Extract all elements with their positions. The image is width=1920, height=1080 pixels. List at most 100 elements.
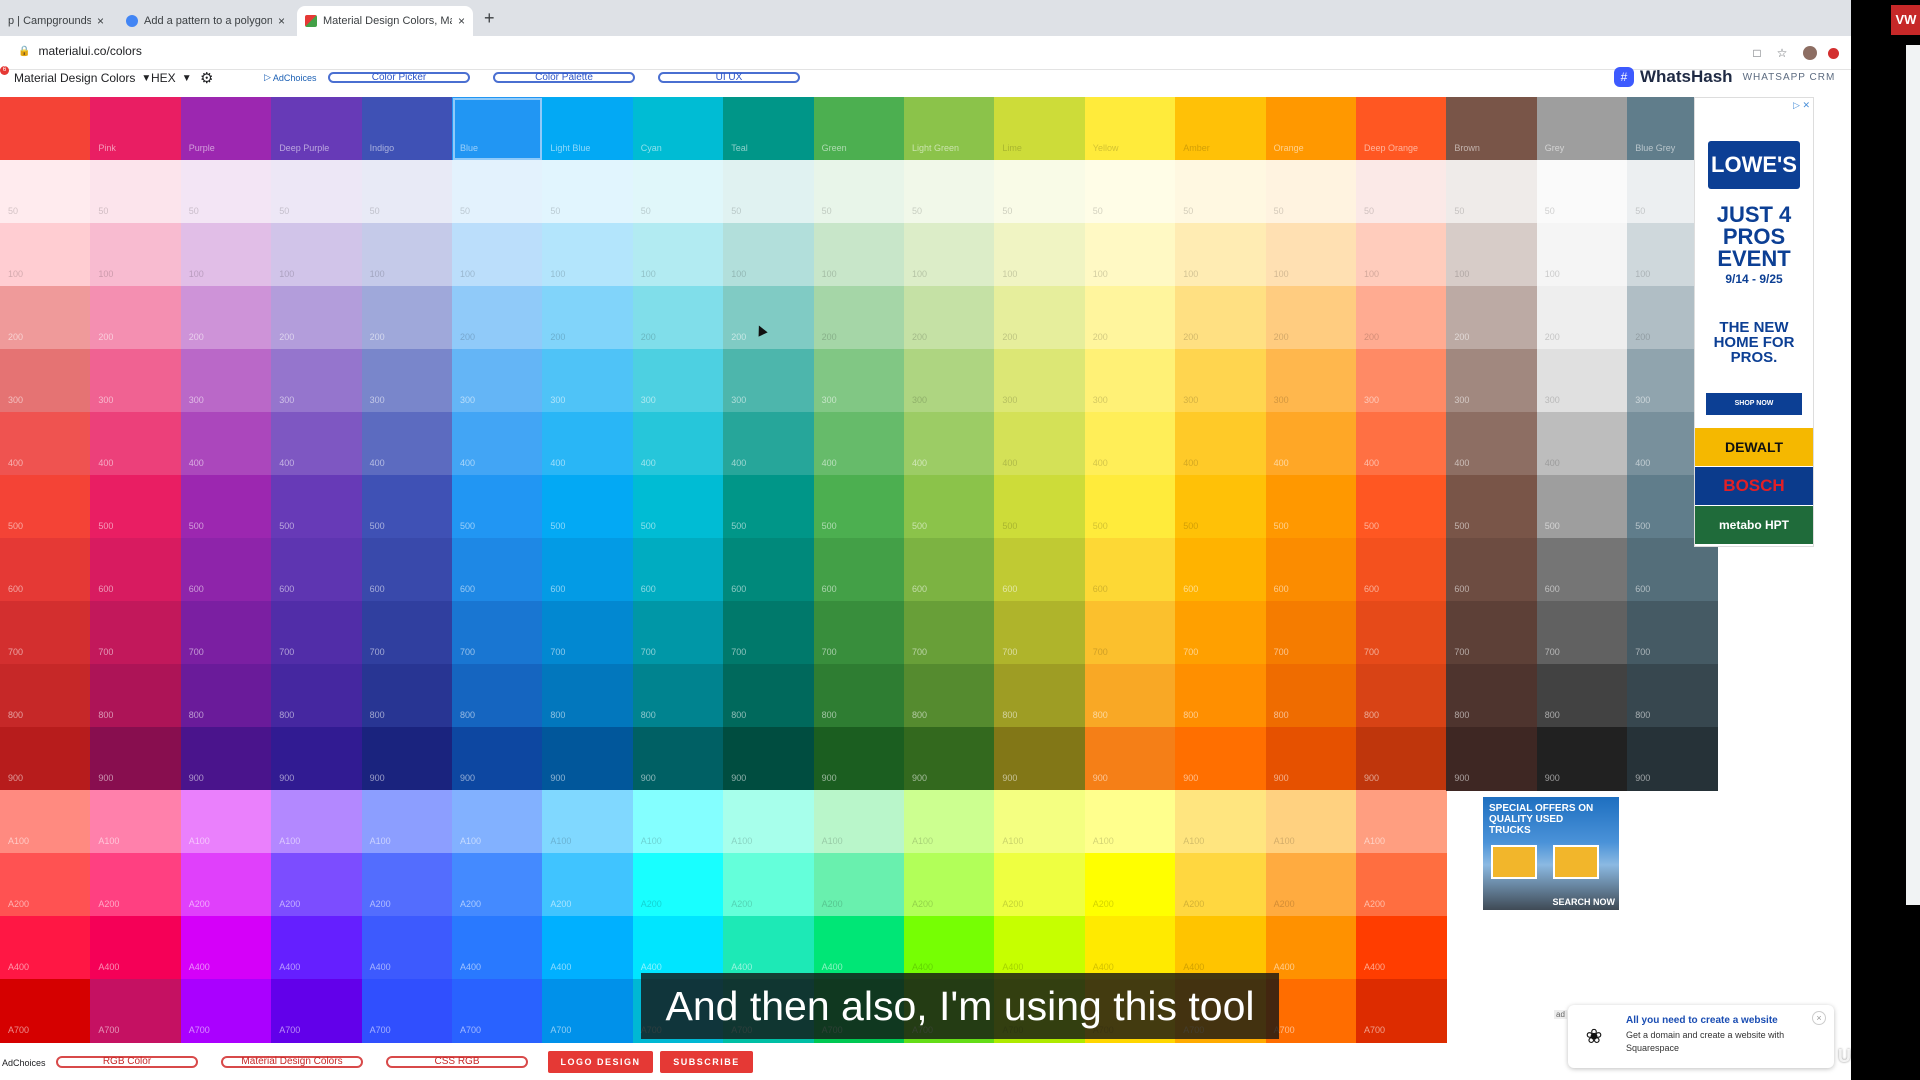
color-swatch[interactable]: A100 [542, 790, 634, 854]
color-swatch[interactable]: 50 [0, 160, 91, 224]
color-swatch[interactable]: 700 [180, 601, 272, 665]
color-swatch[interactable]: 200 [1536, 286, 1628, 350]
color-swatch[interactable]: A100 [813, 790, 905, 854]
color-swatch[interactable]: 300 [1356, 349, 1447, 413]
color-swatch[interactable]: 800 [813, 664, 905, 728]
color-swatch[interactable]: 300 [1536, 349, 1628, 413]
color-swatch[interactable]: Light Green [904, 97, 995, 161]
color-swatch[interactable]: 100 [1265, 223, 1357, 287]
footer-link-material[interactable]: Material Design Colors [221, 1056, 363, 1068]
color-swatch[interactable]: 700 [452, 601, 543, 665]
color-swatch[interactable]: 900 [723, 727, 815, 791]
color-swatch[interactable]: 100 [632, 223, 724, 287]
color-swatch[interactable]: 600 [1536, 538, 1628, 602]
color-swatch[interactable]: 200 [723, 286, 815, 350]
color-swatch[interactable]: 200 [632, 286, 724, 350]
color-swatch[interactable]: 200 [452, 286, 543, 350]
color-swatch[interactable]: 700 [723, 601, 815, 665]
color-swatch[interactable]: 900 [1084, 727, 1176, 791]
trucks-ad[interactable]: SPECIAL OFFERS ON QUALITY USED TRUCKS SE… [1483, 797, 1619, 910]
color-swatch[interactable]: Green [813, 97, 905, 161]
color-swatch[interactable]: 50 [632, 160, 724, 224]
color-swatch[interactable]: 600 [1084, 538, 1176, 602]
color-swatch[interactable]: 600 [452, 538, 543, 602]
color-swatch[interactable]: 800 [1356, 664, 1447, 728]
color-swatch[interactable]: 400 [904, 412, 995, 476]
color-swatch[interactable]: 50 [452, 160, 543, 224]
color-swatch[interactable]: A400 [90, 916, 182, 980]
new-tab-button[interactable]: + [484, 8, 495, 29]
color-swatch[interactable]: 200 [1265, 286, 1357, 350]
color-swatch[interactable]: A700 [271, 979, 363, 1043]
color-swatch[interactable]: A200 [1084, 853, 1176, 917]
color-swatch[interactable]: Deep Orange [1356, 97, 1447, 161]
color-swatch[interactable]: 700 [904, 601, 995, 665]
color-swatch[interactable]: A200 [994, 853, 1086, 917]
color-swatch[interactable]: A100 [180, 790, 272, 854]
color-swatch[interactable]: 400 [1084, 412, 1176, 476]
color-swatch[interactable]: 700 [1536, 601, 1628, 665]
color-swatch[interactable]: 200 [180, 286, 272, 350]
color-swatch[interactable] [0, 97, 91, 161]
color-swatch[interactable]: 100 [90, 223, 182, 287]
color-swatch[interactable]: A200 [904, 853, 995, 917]
color-swatch[interactable]: 900 [1265, 727, 1357, 791]
color-swatch[interactable]: 600 [1265, 538, 1357, 602]
color-swatch[interactable]: 800 [180, 664, 272, 728]
color-swatch[interactable]: 700 [90, 601, 182, 665]
color-swatch[interactable]: 500 [542, 475, 634, 539]
shop-now-button[interactable]: SHOP NOW [1706, 393, 1802, 415]
color-swatch[interactable]: 700 [0, 601, 91, 665]
color-swatch[interactable]: 500 [1446, 475, 1538, 539]
color-swatch[interactable]: 500 [180, 475, 272, 539]
color-swatch[interactable]: 600 [542, 538, 634, 602]
profile-avatar[interactable] [1803, 46, 1817, 60]
color-swatch[interactable]: A400 [271, 916, 363, 980]
color-swatch[interactable]: A100 [90, 790, 182, 854]
color-swatch[interactable]: 300 [1446, 349, 1538, 413]
color-swatch[interactable]: A200 [452, 853, 543, 917]
color-swatch[interactable]: 300 [994, 349, 1086, 413]
color-swatch[interactable]: 200 [271, 286, 363, 350]
color-swatch[interactable]: 300 [1084, 349, 1176, 413]
color-swatch[interactable]: Orange [1265, 97, 1357, 161]
color-swatch[interactable]: 100 [452, 223, 543, 287]
nav-color-palette[interactable]: Color Palette [493, 72, 635, 83]
color-swatch[interactable]: 900 [632, 727, 724, 791]
color-swatch[interactable]: Deep Purple [271, 97, 363, 161]
color-swatch[interactable]: 400 [723, 412, 815, 476]
color-swatch[interactable]: 400 [813, 412, 905, 476]
color-swatch[interactable]: 800 [1536, 664, 1628, 728]
color-swatch[interactable]: Lime [994, 97, 1086, 161]
color-swatch[interactable]: 200 [90, 286, 182, 350]
color-swatch[interactable]: A200 [813, 853, 905, 917]
footer-link-css-rgb[interactable]: CSS RGB [386, 1056, 528, 1068]
color-swatch[interactable]: 200 [904, 286, 995, 350]
color-swatch[interactable]: 800 [904, 664, 995, 728]
color-swatch[interactable]: 800 [994, 664, 1086, 728]
color-swatch[interactable]: 200 [361, 286, 453, 350]
color-swatch[interactable]: A400 [542, 916, 634, 980]
color-swatch[interactable]: A400 [361, 916, 453, 980]
color-swatch[interactable]: Yellow [1084, 97, 1176, 161]
color-swatch[interactable]: 800 [1627, 664, 1719, 728]
color-swatch[interactable]: A700 [1356, 979, 1447, 1043]
color-swatch[interactable]: 50 [180, 160, 272, 224]
color-swatch[interactable]: 600 [0, 538, 91, 602]
color-swatch[interactable]: 600 [1627, 538, 1719, 602]
color-swatch[interactable]: 700 [1084, 601, 1176, 665]
color-swatch[interactable]: 400 [1446, 412, 1538, 476]
color-swatch[interactable]: 700 [1627, 601, 1719, 665]
color-swatch[interactable]: Teal [723, 97, 815, 161]
color-swatch[interactable]: 500 [632, 475, 724, 539]
color-swatch[interactable]: 800 [542, 664, 634, 728]
color-swatch[interactable]: 50 [1084, 160, 1176, 224]
color-swatch[interactable]: 900 [180, 727, 272, 791]
color-swatch[interactable]: 100 [180, 223, 272, 287]
color-swatch[interactable]: 300 [271, 349, 363, 413]
logo-design-button[interactable]: LOGO DESIGN [548, 1051, 653, 1073]
color-swatch[interactable]: A400 [1265, 916, 1357, 980]
color-swatch[interactable]: 600 [723, 538, 815, 602]
color-swatch[interactable]: 50 [994, 160, 1086, 224]
color-swatch[interactable]: 100 [813, 223, 905, 287]
